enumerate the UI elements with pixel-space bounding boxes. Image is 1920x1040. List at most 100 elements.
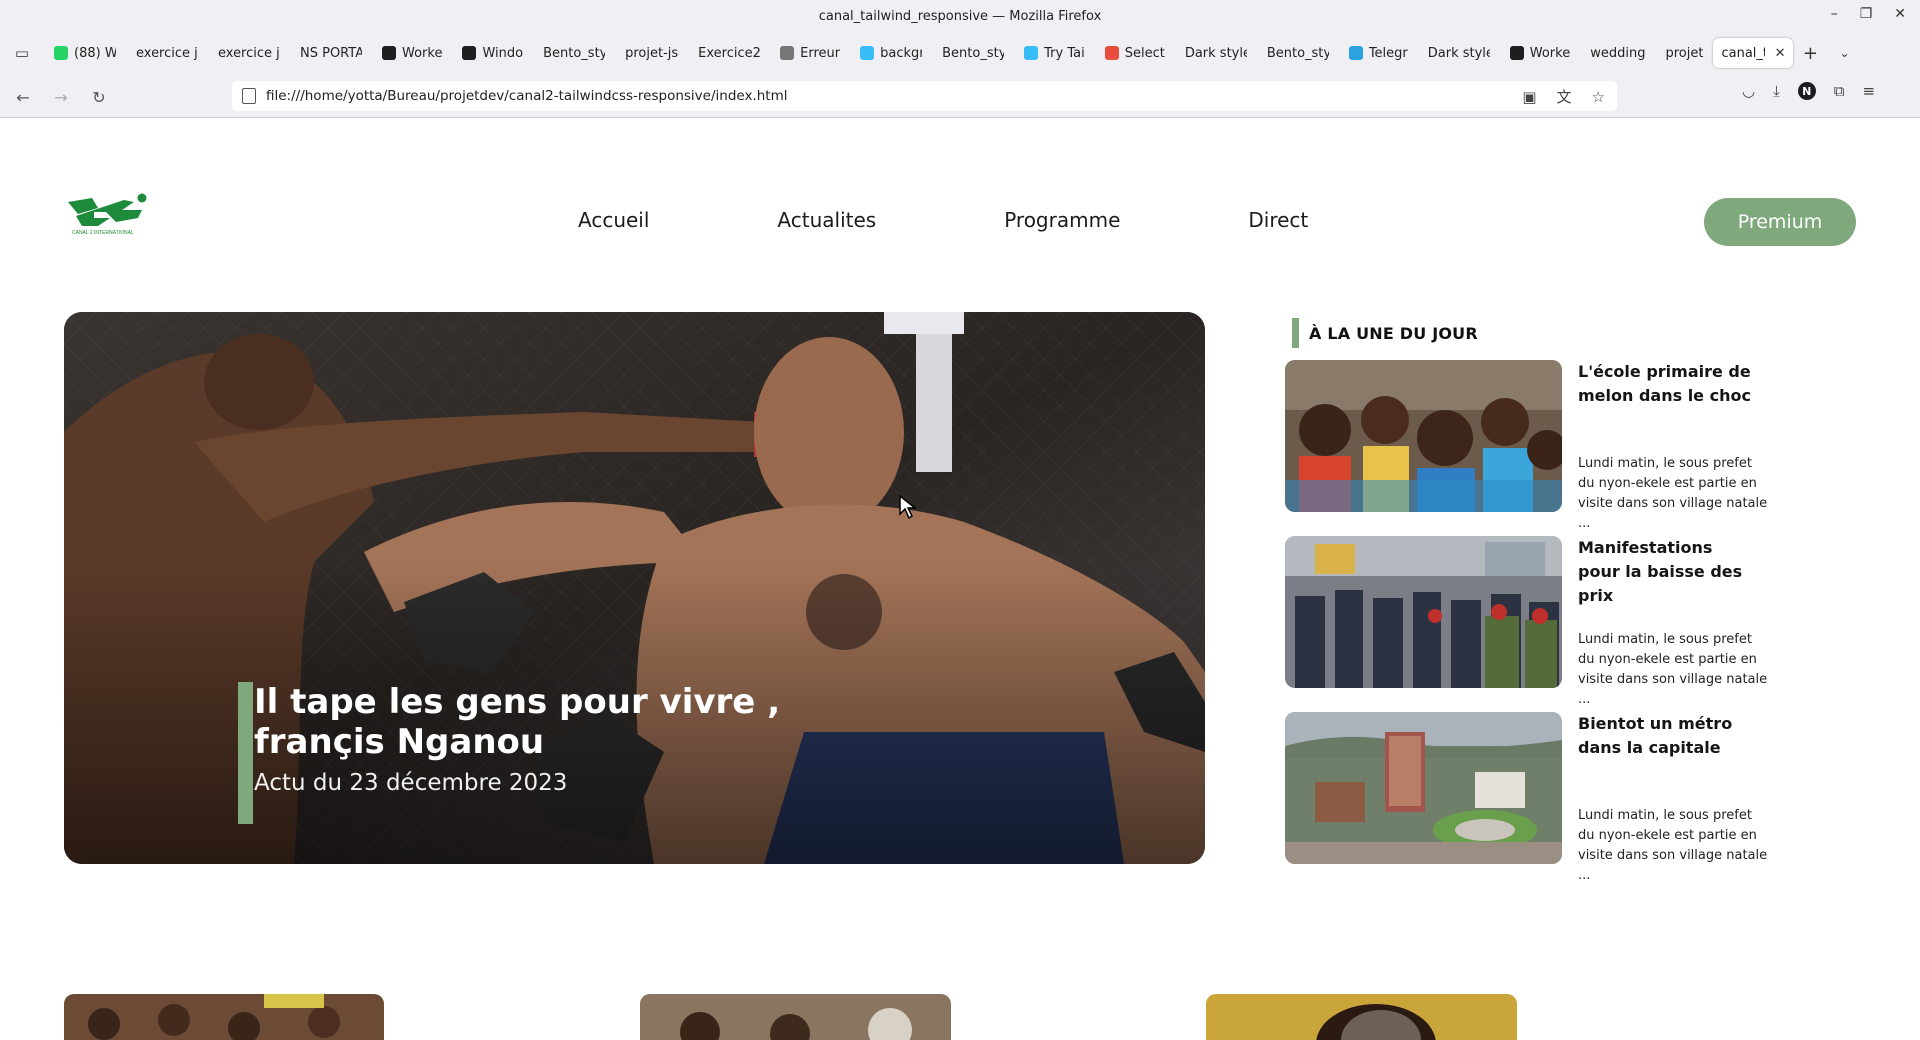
- portrait-photo: [1206, 994, 1517, 1040]
- tab[interactable]: projet-js: [615, 38, 688, 68]
- tab-label: Exercice2: [698, 45, 761, 61]
- nav-accueil[interactable]: Accueil: [578, 208, 649, 232]
- navigation-toolbar: ← → ↻ file:///home/yotta/Bureau/projetde…: [0, 78, 1920, 116]
- tab-favicon-icon: [1024, 46, 1039, 60]
- tab-favicon-icon: [860, 46, 875, 60]
- browser-chrome: canal_tailwind_responsive — Mozilla Fire…: [0, 0, 1920, 118]
- heading-accent-bar: [1292, 318, 1299, 348]
- news-thumbnail[interactable]: [1285, 360, 1562, 512]
- tab-label: Try Tai: [1044, 45, 1085, 61]
- news-title[interactable]: L'école primaire de melon dans le choc: [1578, 360, 1753, 408]
- tab-label: Erreur: [800, 45, 841, 61]
- hero-article[interactable]: Il tape les gens pour vivre , françis Ng…: [64, 312, 1205, 864]
- logo-icon: CANAL 2 INTERNATIONAL: [68, 193, 147, 236]
- tab[interactable]: (88) W: [44, 38, 126, 68]
- tab-label: Bento_sty: [942, 45, 1005, 61]
- tab-label: Worke: [402, 45, 443, 61]
- reader-view-icon[interactable]: ▣: [1522, 88, 1536, 106]
- tab-label: wedding: [1590, 45, 1646, 61]
- reload-icon[interactable]: ↻: [84, 88, 114, 107]
- account-avatar[interactable]: N: [1797, 82, 1816, 100]
- tab[interactable]: Dark style: [1418, 38, 1500, 68]
- page-viewport: CANAL 2 INTERNATIONAL Accueil Actualites…: [0, 118, 1920, 1040]
- nav-actualites[interactable]: Actualites: [777, 208, 876, 232]
- officials-photo: [640, 994, 951, 1040]
- children-photo: [1285, 360, 1562, 512]
- tab-active[interactable]: canal_t ✕: [1713, 38, 1794, 68]
- hero-image: [64, 312, 1205, 864]
- tab[interactable]: Windo: [452, 38, 533, 68]
- tabs-container: (88) W exercice js exercice js NS PORTA Work…: [44, 38, 1713, 68]
- news-title[interactable]: Manifestations pour la baisse des prix: [1578, 536, 1753, 608]
- address-bar[interactable]: file:///home/yotta/Bureau/projetdev/cana…: [232, 81, 1617, 111]
- tab-label: Telegr: [1368, 45, 1408, 61]
- tab[interactable]: wedding: [1580, 38, 1655, 68]
- city-photo: [1285, 712, 1562, 864]
- news-desc: Lundi matin, le sous prefet du nyon-ekel…: [1578, 808, 1768, 883]
- minimize-icon[interactable]: –: [1831, 6, 1838, 22]
- page-icon: [242, 88, 256, 104]
- nav-direct[interactable]: Direct: [1248, 208, 1308, 232]
- tab[interactable]: Try Tai: [1014, 38, 1095, 68]
- article-thumbnail[interactable]: [1206, 994, 1517, 1040]
- mouse-cursor-icon: [899, 494, 918, 520]
- news-card[interactable]: Bientot un métro dans la capitale Lundi …: [1285, 712, 1767, 883]
- protest-photo: [1285, 536, 1562, 688]
- tab-label: projet: [1665, 45, 1704, 61]
- tab[interactable]: Bento_sty: [1257, 38, 1339, 68]
- news-thumbnail[interactable]: [1285, 712, 1562, 864]
- tab-favicon-icon: [1509, 46, 1524, 60]
- tab[interactable]: Bento_sty: [533, 38, 615, 68]
- list-all-tabs-icon[interactable]: ⌄: [1827, 46, 1861, 60]
- main-nav: Accueil Actualites Programme Direct: [578, 208, 1308, 232]
- tab-label: Windo: [482, 45, 524, 61]
- tab-label: Worke: [1529, 45, 1571, 61]
- tab[interactable]: backgr: [850, 38, 932, 68]
- news-card[interactable]: L'école primaire de melon dans le choc L…: [1285, 360, 1767, 531]
- forward-icon[interactable]: →: [46, 88, 76, 107]
- close-tab-icon[interactable]: ✕: [1775, 46, 1786, 61]
- tab[interactable]: Worke: [1500, 38, 1580, 68]
- news-desc: Lundi matin, le sous prefet du nyon-ekel…: [1578, 632, 1768, 707]
- tab[interactable]: NS PORTA: [290, 38, 372, 68]
- news-title[interactable]: Bientot un métro dans la capitale: [1578, 712, 1753, 760]
- logo-text: CANAL 2 INTERNATIONAL: [72, 230, 134, 236]
- pocket-icon[interactable]: ◡: [1742, 82, 1755, 100]
- tab[interactable]: Telegr: [1339, 38, 1418, 68]
- tab[interactable]: Dark style: [1175, 38, 1257, 68]
- close-icon[interactable]: ✕: [1894, 6, 1906, 22]
- extensions-icon[interactable]: ⧉: [1834, 82, 1845, 100]
- new-tab-icon[interactable]: +: [1793, 43, 1827, 64]
- downloads-icon[interactable]: ⤓: [1773, 82, 1780, 100]
- firefox-view-icon[interactable]: ▭: [0, 44, 44, 62]
- article-thumbnail[interactable]: [64, 994, 384, 1040]
- tab-label: Dark style: [1184, 45, 1247, 61]
- tab-label: backgr: [880, 45, 923, 61]
- menu-icon[interactable]: ≡: [1862, 82, 1875, 100]
- premium-button[interactable]: Premium: [1704, 198, 1856, 246]
- article-thumbnail[interactable]: [640, 994, 951, 1040]
- news-thumbnail[interactable]: [1285, 536, 1562, 688]
- tab[interactable]: exercice js: [208, 38, 290, 68]
- tab[interactable]: Bento_sty: [932, 38, 1014, 68]
- tab[interactable]: Worke: [372, 38, 452, 68]
- back-icon[interactable]: ←: [8, 88, 38, 107]
- tab-favicon-icon: [462, 46, 477, 60]
- tab[interactable]: Select: [1095, 38, 1175, 68]
- hero-title[interactable]: Il tape les gens pour vivre , françis Ng…: [254, 682, 874, 762]
- crowd-photo: [64, 994, 384, 1040]
- address-bar-icons: ▣ 文 ☆: [1522, 86, 1605, 107]
- tab[interactable]: projet: [1655, 38, 1713, 68]
- tab-strip: ▭ (88) W exercice js exercice js NS PORTA Wo…: [0, 36, 1920, 70]
- tab[interactable]: Erreur: [770, 38, 850, 68]
- news-card[interactable]: Manifestations pour la baisse des prix L…: [1285, 536, 1767, 707]
- window-title: canal_tailwind_responsive — Mozilla Fire…: [818, 8, 1102, 24]
- nav-programme[interactable]: Programme: [1004, 208, 1120, 232]
- translate-icon[interactable]: 文: [1557, 86, 1572, 107]
- site-logo[interactable]: CANAL 2 INTERNATIONAL: [64, 192, 154, 238]
- tab[interactable]: exercice js: [126, 38, 208, 68]
- restore-icon[interactable]: ❐: [1860, 6, 1873, 22]
- bookmark-star-icon[interactable]: ☆: [1592, 88, 1605, 106]
- window-controls: – ❐ ✕: [1831, 6, 1906, 22]
- tab[interactable]: Exercice2: [688, 38, 770, 68]
